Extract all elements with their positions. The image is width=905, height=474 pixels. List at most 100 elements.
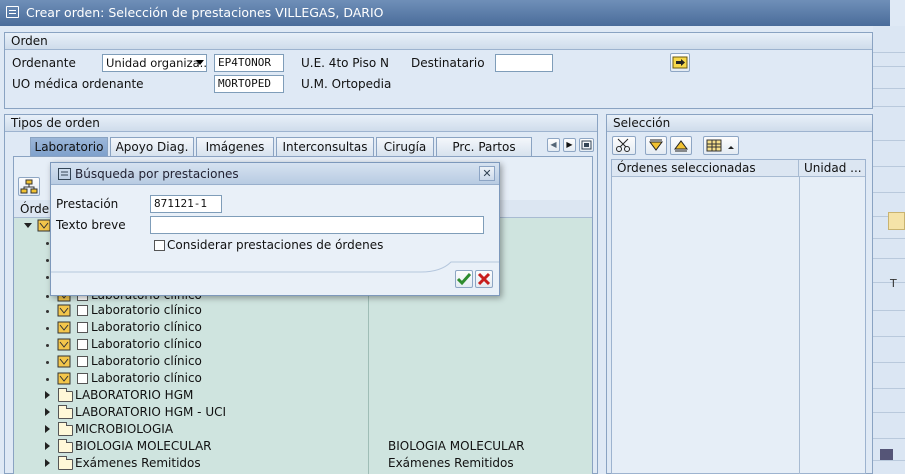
dialog-titlebar: Búsqueda por prestaciones ✕ (51, 163, 499, 185)
considerar-checkbox[interactable] (154, 240, 165, 251)
right-grid-strip (873, 26, 905, 474)
tipos-header: Tipos de orden (5, 115, 597, 132)
tree-row-folder[interactable]: BIOLOGIA MOLECULAR (40, 438, 360, 455)
folder-label: MICROBIOLOGIA (75, 422, 174, 436)
seleccion-column-ordenes-label: Órdenes seleccionadas (617, 161, 756, 175)
delete-selection-button[interactable] (612, 136, 636, 155)
right-strip-highlight (888, 212, 905, 230)
orden-panel: Orden Ordenante Unidad organiza... EP4TO… (4, 32, 873, 109)
uo-label: UO médica ordenante (12, 77, 144, 91)
folder-icon (58, 405, 73, 419)
uo-description: U.M. Ortopedia (301, 77, 392, 91)
tree-item-checkbox[interactable] (77, 339, 88, 350)
dialog-separator (51, 261, 499, 273)
folder-label: LABORATORIO HGM (75, 388, 194, 402)
tab-prc-partos[interactable]: Prc. Partos (436, 137, 532, 156)
folder-label: BIOLOGIA MOLECULAR (75, 439, 212, 453)
uo-code-field[interactable]: MORTOPED (214, 75, 284, 93)
folder-label: LABORATORIO HGM - UCI (75, 405, 227, 419)
considerar-label: Considerar prestaciones de órdenes (167, 238, 384, 252)
folder-description: Exámenes Remitidos (388, 456, 514, 470)
dialog-title: Búsqueda por prestaciones (75, 167, 239, 181)
destinatario-field[interactable] (495, 54, 553, 72)
destinatario-label: Destinatario (411, 56, 485, 70)
expand-arrow-icon[interactable] (45, 408, 50, 416)
window-titlebar: Crear orden: Selección de prestaciones V… (0, 0, 890, 26)
tab-scroll-right-button[interactable]: ▶ (563, 138, 576, 152)
folder-label: Exámenes Remitidos (75, 456, 201, 470)
tree-root-order-icon (37, 219, 51, 232)
seleccion-header: Selección (607, 115, 872, 132)
close-icon: ✕ (482, 167, 492, 180)
tree-row-item[interactable]: Laboratorio clínico (40, 370, 360, 387)
tree-row-folder[interactable]: LABORATORIO HGM - UCI (40, 404, 360, 421)
tree-item-checkbox[interactable] (77, 373, 88, 384)
order-type-icon (57, 372, 71, 385)
prestacion-field[interactable]: 871121-1 (150, 195, 222, 213)
tab-apoyo-diag[interactable]: Apoyo Diag. (110, 137, 194, 156)
expand-arrow-icon[interactable] (45, 459, 50, 467)
tree-bullet (46, 259, 49, 262)
cancel-x-icon (477, 272, 491, 286)
expand-arrow-icon[interactable] (45, 391, 50, 399)
arrow-right-icon (672, 56, 688, 69)
accept-button[interactable] (455, 270, 473, 288)
tree-hierarchy-button[interactable] (18, 177, 40, 196)
seleccion-column-unidad[interactable]: Unidad ... (799, 160, 865, 177)
tree-item-checkbox[interactable] (77, 305, 88, 316)
expand-arrow-icon[interactable] (45, 442, 50, 450)
tree-item-label: Laboratorio clínico (91, 371, 202, 385)
seleccion-column-ordenes[interactable]: Órdenes seleccionadas (612, 160, 799, 177)
table-layout-icon (706, 139, 734, 152)
order-type-icon (57, 338, 71, 351)
tab-laboratorio[interactable]: Laboratorio (30, 137, 108, 156)
ordenante-code-field[interactable]: EP4TONOR (214, 54, 284, 72)
texto-breve-field[interactable] (150, 216, 484, 234)
tree-root-expand-icon[interactable] (24, 223, 32, 228)
hierarchy-icon (20, 179, 38, 194)
sort-up-icon (674, 140, 688, 152)
tree-column-title: Órde (20, 202, 50, 216)
tree-item-checkbox[interactable] (77, 356, 88, 367)
window-title: Crear orden: Selección de prestaciones V… (26, 5, 384, 20)
tree-row-item[interactable]: Laboratorio clínico (40, 353, 360, 370)
sort-down-icon (649, 139, 663, 151)
window-icon (6, 6, 19, 18)
tab-cirugia[interactable]: Cirugía (376, 137, 434, 156)
texto-breve-label: Texto breve (56, 218, 126, 232)
tree-item-label: Laboratorio clínico (91, 337, 202, 351)
sort-ascending-button[interactable] (670, 136, 692, 155)
order-type-icon (57, 304, 71, 317)
tab-list-button[interactable] (579, 138, 594, 152)
prestacion-label: Prestación (56, 197, 119, 211)
folder-description: BIOLOGIA MOLECULAR (388, 439, 525, 453)
tree-row-item[interactable]: Laboratorio clínico (40, 319, 360, 336)
right-strip-icon (880, 449, 893, 460)
ordenante-dropdown-value: Unidad organiza... (106, 56, 207, 70)
layout-menu-button[interactable] (703, 136, 739, 155)
forward-button[interactable] (670, 53, 690, 72)
tab-imagenes[interactable]: Imágenes (196, 137, 274, 156)
tab-interconsultas[interactable]: Interconsultas (276, 137, 374, 156)
expand-arrow-icon[interactable] (45, 425, 50, 433)
order-type-icon (57, 355, 71, 368)
tree-row-item[interactable]: Laboratorio clínico (40, 336, 360, 353)
right-strip-text: T (890, 277, 897, 290)
tree-item-checkbox[interactable] (77, 322, 88, 333)
column-divider (799, 177, 800, 474)
tree-row-folder[interactable]: MICROBIOLOGIA (40, 421, 360, 438)
dialog-close-button[interactable]: ✕ (479, 166, 495, 181)
tree-bullet (46, 276, 49, 279)
tree-row-item[interactable]: Laboratorio clínico (40, 302, 360, 319)
tree-row-folder[interactable]: Exámenes Remitidos (40, 455, 360, 472)
tree-row-folder[interactable]: LABORATORIO HGM (40, 387, 360, 404)
orden-header: Orden (5, 33, 872, 50)
ordenante-label: Ordenante (12, 56, 76, 70)
tab-scroll-left-button[interactable]: ◀ (547, 138, 560, 152)
sort-descending-button[interactable] (645, 136, 667, 155)
check-icon (456, 273, 472, 286)
tab-list-icon (581, 140, 592, 150)
ordenante-dropdown[interactable]: Unidad organiza... (102, 54, 207, 72)
cancel-button[interactable] (475, 270, 493, 288)
seleccion-column-unidad-label: Unidad ... (804, 161, 862, 175)
